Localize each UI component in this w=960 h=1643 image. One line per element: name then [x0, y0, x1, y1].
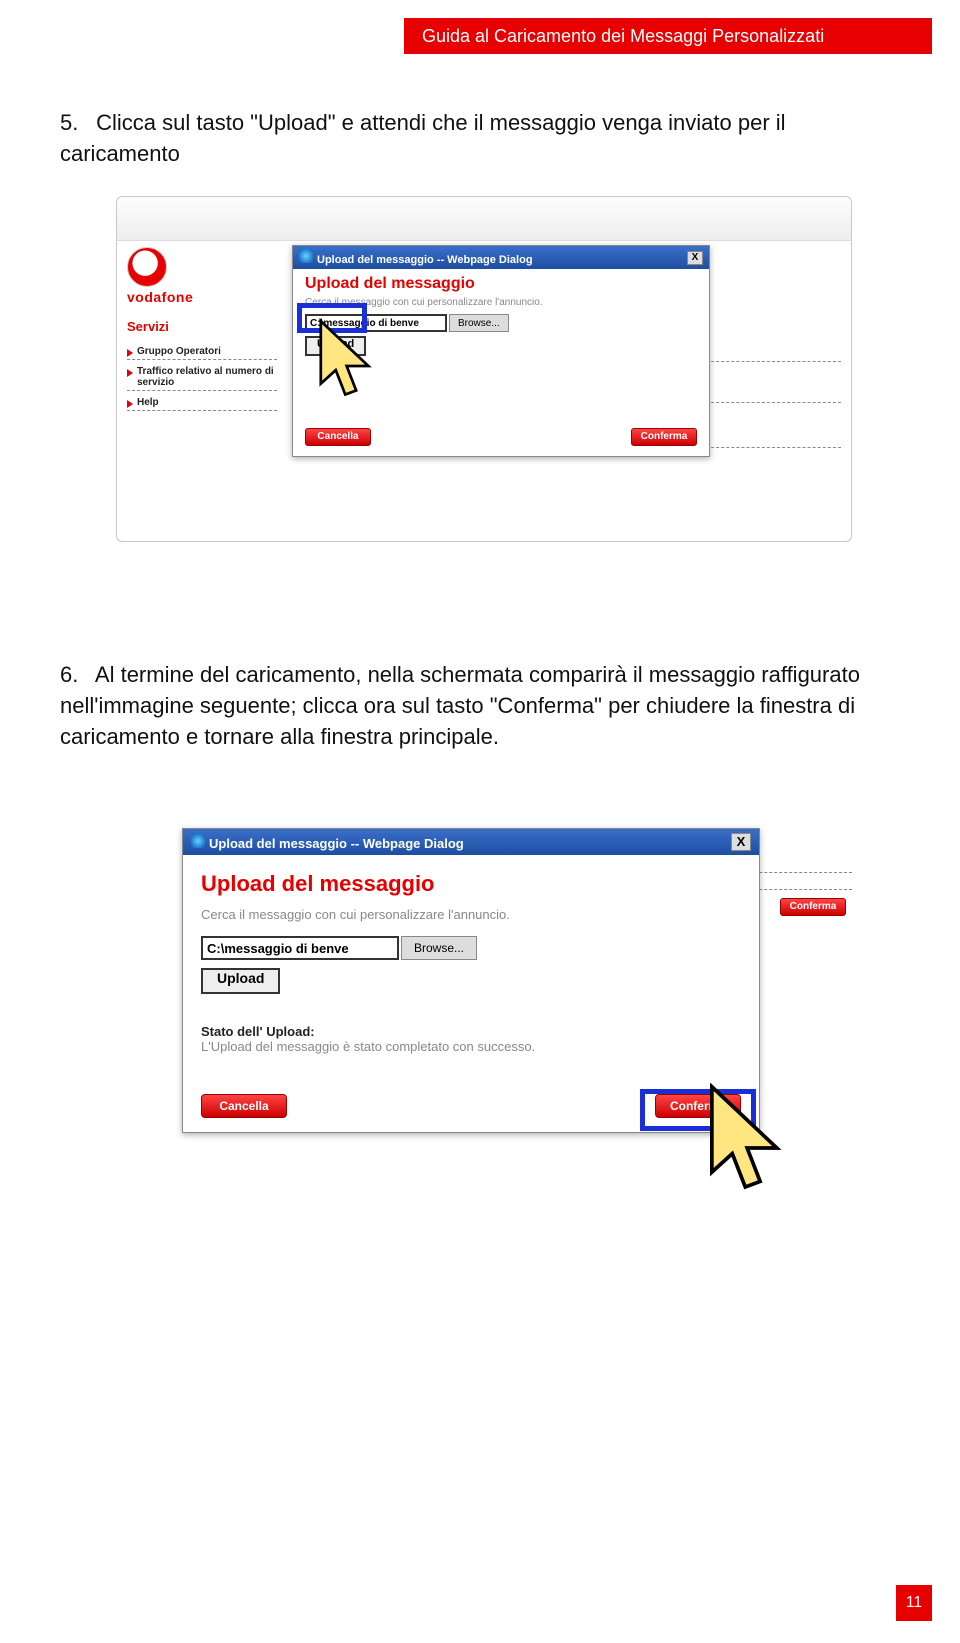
dialog2-title-text: Upload del messaggio -- Webpage Dialog	[209, 836, 464, 851]
sidebar-item-gruppo-operatori[interactable]: Gruppo Operatori	[127, 344, 277, 360]
dialog2-subtitle: Cerca il messaggio con cui personalizzar…	[201, 907, 741, 922]
brand-name: vodafone	[127, 289, 277, 305]
upload-dialog-2: Upload del messaggio -- Webpage Dialog X…	[182, 828, 760, 1133]
browse-button-2[interactable]: Browse...	[401, 936, 477, 960]
page-number: 11	[906, 1594, 923, 1612]
close-icon[interactable]: X	[731, 833, 751, 851]
cursor-icon	[702, 1083, 796, 1213]
step-6-number: 6.	[60, 660, 90, 691]
dialog-titlebar: Upload del messaggio -- Webpage Dialog X	[293, 246, 709, 269]
upload-status-label: Stato dell' Upload:	[201, 1024, 741, 1039]
ie-icon	[299, 249, 313, 263]
dialog-heading: Upload del messaggio	[305, 275, 697, 293]
dialog2-titlebar: Upload del messaggio -- Webpage Dialog X	[183, 829, 759, 855]
browse-button[interactable]: Browse...	[449, 314, 509, 332]
step-6: 6. Al termine del caricamento, nella sch…	[60, 660, 900, 752]
sidebar-section-title: Servizi	[127, 319, 277, 334]
vodafone-logo-icon	[127, 247, 167, 287]
close-icon[interactable]: X	[687, 251, 703, 265]
upload-status-message: L'Upload del messaggio è stato completat…	[201, 1039, 741, 1054]
ie-icon	[191, 834, 205, 848]
doc-header-title: Guida al Caricamento dei Messaggi Person…	[422, 26, 824, 47]
cursor-icon	[314, 318, 382, 414]
cancel-button-2[interactable]: Cancella	[201, 1094, 287, 1118]
dialog2-heading: Upload del messaggio	[201, 871, 741, 897]
screenshot-2: Upload del messaggio -- Webpage Dialog X…	[182, 828, 760, 1133]
step-5: 5. Clicca sul tasto "Upload" e attendi c…	[60, 108, 900, 170]
step-5-text: Clicca sul tasto "Upload" e attendi che …	[60, 110, 786, 166]
dialog-title-text: Upload del messaggio -- Webpage Dialog	[317, 254, 533, 266]
doc-header-bar: Guida al Caricamento dei Messaggi Person…	[404, 18, 932, 54]
outer-confirm-button[interactable]: Conferma	[780, 898, 846, 916]
screenshot-1: vodafone Servizi Gruppo Operatori Traffi…	[116, 196, 852, 608]
step-6-text: Al termine del caricamento, nella scherm…	[60, 662, 860, 749]
upload-button-2[interactable]: Upload	[201, 968, 280, 994]
page-number-badge: 11	[896, 1585, 932, 1621]
step-5-number: 5.	[60, 108, 90, 139]
file-path-input-2[interactable]	[201, 936, 399, 960]
browser-titlebar	[117, 197, 851, 241]
browser-window: vodafone Servizi Gruppo Operatori Traffi…	[116, 196, 852, 542]
